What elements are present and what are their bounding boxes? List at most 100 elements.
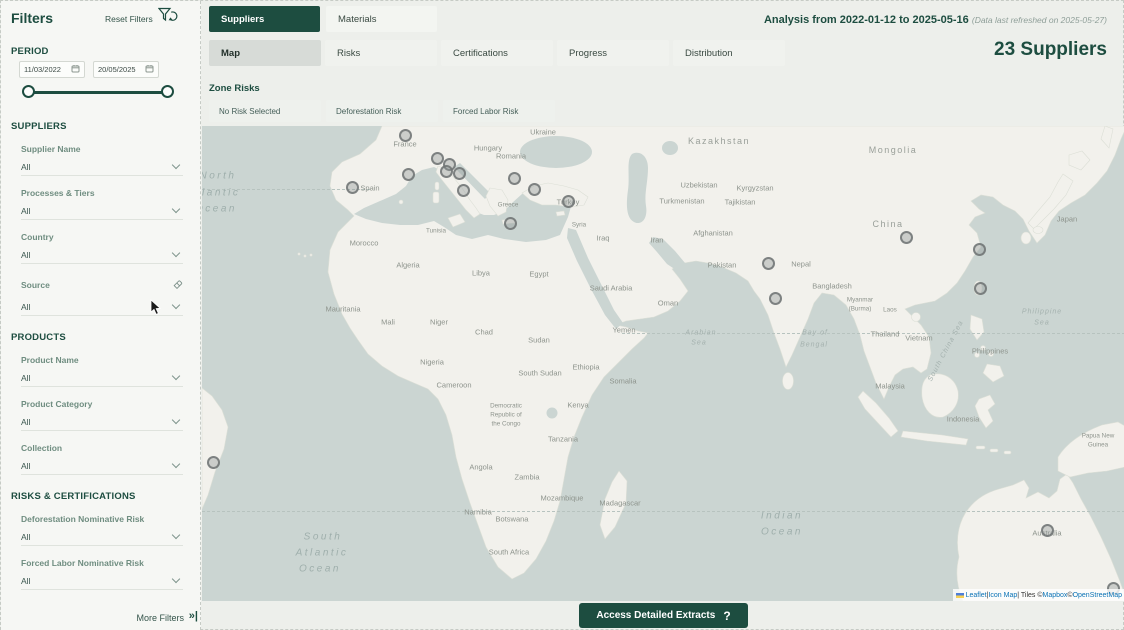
field-label: Collection xyxy=(21,443,62,453)
extract-button-label: Access Detailed Extracts xyxy=(596,610,715,621)
dropdown-value: All xyxy=(21,373,30,383)
filters-title: Filters xyxy=(11,10,53,26)
field-label: Deforestation Nominative Risk xyxy=(21,514,144,524)
supplier-marker[interactable] xyxy=(457,184,470,197)
period-start-date-input[interactable]: 11/03/2022 xyxy=(19,61,85,78)
supplier-marker[interactable] xyxy=(562,195,575,208)
chevron-down-icon xyxy=(172,575,180,583)
supplier-marker[interactable] xyxy=(399,129,412,142)
attribution-text: | Tiles © xyxy=(1017,592,1042,599)
dropdown-forced-labor-nominative-risk[interactable]: All xyxy=(21,572,183,590)
chevron-down-icon xyxy=(172,416,180,424)
supplier-marker[interactable] xyxy=(973,243,986,256)
supplier-marker[interactable] xyxy=(402,168,415,181)
map-attribution: Leaflet | Icon Map | Tiles © Mapbox © Op… xyxy=(953,589,1124,601)
dropdown-product-name[interactable]: All xyxy=(21,369,183,387)
supplier-marker[interactable] xyxy=(1041,524,1054,537)
field-deforestation-nominative-risk: Deforestation Nominative Risk xyxy=(21,514,183,524)
dropdown-value: All xyxy=(21,302,30,312)
graticule-line xyxy=(622,333,1124,334)
chevron-down-icon xyxy=(172,301,180,309)
tab-certifications[interactable]: Certifications xyxy=(441,40,553,66)
supplier-marker[interactable] xyxy=(769,292,782,305)
dropdown-product-category[interactable]: All xyxy=(21,413,183,431)
dropdown-supplier-name[interactable]: All xyxy=(21,158,183,176)
chevron-down-icon xyxy=(172,372,180,380)
reset-filters-icon[interactable] xyxy=(158,7,178,29)
attribution-link-leaflet[interactable]: Leaflet xyxy=(966,592,987,599)
tab-materials[interactable]: Materials xyxy=(326,6,437,32)
field-label: Product Category xyxy=(21,399,92,409)
period-heading: PERIOD xyxy=(11,46,49,57)
zone-risk-button-forced-labor-risk[interactable]: Forced Labor Risk xyxy=(443,100,555,122)
world-map[interactable]: NorthAtlanticOceanSouthAtlanticOceanIndi… xyxy=(202,126,1124,601)
period-slider-handle-start[interactable] xyxy=(22,85,35,98)
tab-distribution[interactable]: Distribution xyxy=(673,40,785,66)
graticule-line xyxy=(202,189,370,190)
zone-risk-button-no-risk-selected[interactable]: No Risk Selected xyxy=(209,100,321,122)
period-end-date-value: 20/05/2025 xyxy=(98,65,136,74)
section-heading-suppliers: SUPPLIERS xyxy=(11,121,191,132)
attribution-link-mapbox[interactable]: Mapbox xyxy=(1043,592,1068,599)
more-filters-chevron-icon: »| xyxy=(189,610,198,622)
analysis-range-text: Analysis from 2022-01-12 to 2025-05-16 xyxy=(764,14,969,26)
dropdown-source[interactable]: All xyxy=(21,298,183,316)
eraser-icon[interactable] xyxy=(172,276,183,294)
refresh-note: (Data last refreshed on 2025-05-27) xyxy=(972,15,1107,25)
supplier-marker[interactable] xyxy=(440,165,453,178)
tab-map[interactable]: Map xyxy=(209,40,321,66)
help-icon[interactable]: ? xyxy=(723,609,730,623)
supplier-marker[interactable] xyxy=(431,152,444,165)
chevron-down-icon xyxy=(172,460,180,468)
field-label: Product Name xyxy=(21,355,79,365)
dropdown-processes-tiers[interactable]: All xyxy=(21,202,183,220)
section-heading-products: PRODUCTS xyxy=(11,332,191,343)
dropdown-collection[interactable]: All xyxy=(21,457,183,475)
zone-risk-button-deforestation-risk[interactable]: Deforestation Risk xyxy=(326,100,438,122)
field-forced-labor-nominative-risk: Forced Labor Nominative Risk xyxy=(21,558,183,568)
dropdown-value: All xyxy=(21,461,30,471)
supplier-marker[interactable] xyxy=(504,217,517,230)
field-collection: Collection xyxy=(21,443,183,453)
reset-filters-button[interactable]: Reset Filters xyxy=(105,14,153,24)
field-label: Forced Labor Nominative Risk xyxy=(21,558,144,568)
tab-suppliers[interactable]: Suppliers xyxy=(209,6,320,32)
tab-risks[interactable]: Risks xyxy=(325,40,437,66)
period-slider-track[interactable] xyxy=(29,91,168,94)
map-landmass xyxy=(202,126,1124,601)
period-end-date-input[interactable]: 20/05/2025 xyxy=(93,61,159,78)
period-slider-handle-end[interactable] xyxy=(161,85,174,98)
chevron-down-icon xyxy=(172,249,180,257)
supplier-marker[interactable] xyxy=(207,456,220,469)
access-detailed-extracts-button[interactable]: Access Detailed Extracts ? xyxy=(579,603,748,628)
supplier-marker[interactable] xyxy=(528,183,541,196)
chevron-down-icon xyxy=(172,531,180,539)
field-product-category: Product Category xyxy=(21,399,183,409)
field-label: Country xyxy=(21,232,54,242)
supplier-marker[interactable] xyxy=(900,231,913,244)
section-heading-risks-certifications: RISKS & CERTIFICATIONS xyxy=(11,491,191,502)
attribution-link-openstreetmap[interactable]: OpenStreetMap xyxy=(1073,592,1122,599)
leaflet-flag-icon xyxy=(956,593,964,598)
supplier-count: 23 Suppliers xyxy=(994,39,1107,61)
more-filters-button[interactable]: More Filters »| xyxy=(136,613,184,623)
supplier-marker[interactable] xyxy=(508,172,521,185)
field-label: Source xyxy=(21,280,50,290)
dropdown-deforestation-nominative-risk[interactable]: All xyxy=(21,528,183,546)
supplier-marker[interactable] xyxy=(453,167,466,180)
zone-risks-heading: Zone Risks xyxy=(209,83,260,94)
supplier-marker[interactable] xyxy=(346,181,359,194)
dropdown-value: All xyxy=(21,417,30,427)
supplier-marker[interactable] xyxy=(974,282,987,295)
field-product-name: Product Name xyxy=(21,355,183,365)
dropdown-country[interactable]: All xyxy=(21,246,183,264)
analysis-date-range: Analysis from 2022-01-12 to 2025-05-16 (… xyxy=(764,14,1107,26)
chevron-down-icon xyxy=(172,161,180,169)
supplier-marker[interactable] xyxy=(762,257,775,270)
tab-progress[interactable]: Progress xyxy=(557,40,669,66)
filters-panel: Filters Reset Filters PERIOD 11/03/2022 … xyxy=(1,1,201,630)
field-processes-tiers: Processes & Tiers xyxy=(21,188,183,198)
dropdown-value: All xyxy=(21,576,30,586)
field-source: Source xyxy=(21,276,183,294)
attribution-link-icon-map[interactable]: Icon Map xyxy=(988,592,1017,599)
